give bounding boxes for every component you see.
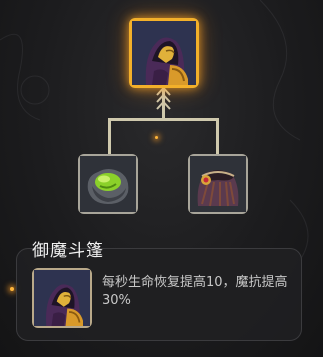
connector-arrow-icon — [156, 86, 171, 112]
item-title: 御魔斗篷 — [32, 241, 104, 261]
talent-node-top[interactable] — [129, 18, 199, 88]
connector-horizontal — [108, 118, 219, 121]
item-description: 每秒生命恢复提高10，魔抗提高30% — [102, 275, 288, 308]
talent-node-left[interactable] — [78, 154, 138, 214]
green-orb-stone-icon — [80, 156, 136, 212]
connector-vertical-right — [216, 118, 219, 155]
detail-thumbnail — [32, 268, 92, 328]
cloak-amulet-icon — [190, 156, 246, 212]
hooded-hero-icon — [132, 21, 196, 85]
connector-vertical-left — [108, 118, 111, 155]
glow-spark — [155, 136, 158, 139]
hooded-hero-icon — [34, 270, 90, 326]
glow-spark — [10, 287, 14, 291]
talent-node-right[interactable] — [188, 154, 248, 214]
